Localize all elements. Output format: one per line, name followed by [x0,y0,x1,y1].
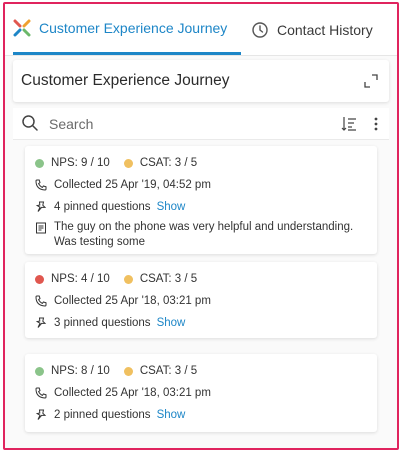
score-row: NPS: 8 / 10 CSAT: 3 / 5 [35,362,367,380]
score-row: NPS: 9 / 10 CSAT: 3 / 5 [35,154,367,172]
nps-status-dot [35,274,44,284]
survey-card[interactable]: NPS: 4 / 10 CSAT: 3 / 5 Collected 25 Apr… [25,262,377,338]
tab-customer-experience-journey[interactable]: Customer Experience Journey [13,4,241,55]
survey-card[interactable]: NPS: 9 / 10 CSAT: 3 / 5 Collected 25 Apr… [25,146,377,254]
tab-contact-history[interactable]: Contact History [251,4,391,55]
search-bar [13,108,389,140]
phone-icon [35,179,47,191]
csat-score: CSAT: 3 / 5 [139,273,198,285]
csat-status-dot [123,366,133,376]
pin-icon [35,409,47,421]
expand-icon[interactable] [363,73,379,89]
phone-icon [35,387,47,399]
pinned-questions: 3 pinned questions [54,317,151,329]
show-link[interactable]: Show [157,317,186,329]
pinned-questions: 2 pinned questions [54,409,151,421]
search-input[interactable] [47,112,331,136]
pinned-row: 2 pinned questions Show [35,406,367,424]
score-row: NPS: 4 / 10 CSAT: 3 / 5 [35,270,367,288]
collected-row: Collected 25 Apr '18, 03:21 pm [35,292,367,310]
comment-text: The guy on the phone was very helpful an… [54,221,354,248]
tab-label: Customer Experience Journey [39,20,228,36]
survey-card[interactable]: NPS: 8 / 10 CSAT: 3 / 5 Collected 25 Apr… [25,354,377,432]
nps-score: NPS: 9 / 10 [51,157,110,169]
nps-score: NPS: 8 / 10 [51,365,110,377]
csat-status-dot [123,274,133,284]
tab-bar: Customer Experience Journey Contact Hist… [5,4,397,56]
panel-title: Customer Experience Journey [21,72,230,89]
collected-row: Collected 25 Apr '19, 04:52 pm [35,176,367,194]
nps-score: NPS: 4 / 10 [51,273,110,285]
more-vertical-icon[interactable] [371,115,381,133]
pinned-row: 4 pinned questions Show [35,198,367,216]
nps-status-dot [35,158,44,168]
widget-frame: Customer Experience Journey Contact Hist… [3,2,399,450]
clock-icon [251,21,269,39]
csat-status-dot [123,158,133,168]
note-icon [35,222,47,234]
pin-icon [35,201,47,213]
csat-score: CSAT: 3 / 5 [139,365,198,377]
phone-icon [35,295,47,307]
journey-logo-icon [13,19,31,37]
collected-date: Collected 25 Apr '19, 04:52 pm [54,179,211,191]
comment-row: The guy on the phone was very helpful an… [35,220,367,250]
show-link[interactable]: Show [157,201,186,213]
search-icon [21,114,39,132]
pinned-questions: 4 pinned questions [54,201,151,213]
panel-header: Customer Experience Journey [13,60,389,102]
pin-icon [35,317,47,329]
collected-row: Collected 25 Apr '18, 03:21 pm [35,384,367,402]
nps-status-dot [35,366,44,376]
show-link[interactable]: Show [157,409,186,421]
pinned-row: 3 pinned questions Show [35,314,367,332]
collected-date: Collected 25 Apr '18, 03:21 pm [54,295,211,307]
csat-score: CSAT: 3 / 5 [139,157,198,169]
tab-label: Contact History [277,21,373,38]
collected-date: Collected 25 Apr '18, 03:21 pm [54,387,211,399]
sort-icon[interactable] [341,116,357,132]
